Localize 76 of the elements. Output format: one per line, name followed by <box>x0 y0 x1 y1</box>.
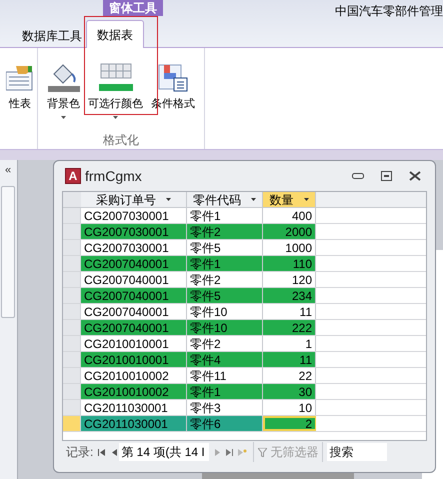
table-cell: 零件10 <box>187 304 263 319</box>
group-label: 格式化 <box>103 132 139 149</box>
table-cell: CG2010010001 <box>81 352 187 367</box>
table-cell: 30 <box>263 384 316 399</box>
context-tab-label: 窗体工具 <box>103 0 163 16</box>
record-selector[interactable] <box>63 304 81 319</box>
conditional-format-icon <box>158 64 188 92</box>
last-record-icon[interactable] <box>226 448 234 456</box>
record-selector[interactable] <box>63 288 81 303</box>
ribbon-button[interactable]: 背景色 <box>46 56 81 131</box>
table-cell: CG2007040001 <box>81 256 187 271</box>
window-title: 中国汽车零部件管理 <box>335 3 443 20</box>
form-icon: A <box>65 168 81 184</box>
table-cell: 零件2 <box>187 272 263 287</box>
search-field[interactable]: 搜索 <box>327 443 388 461</box>
ribbon-button[interactable]: 性表 <box>5 56 35 120</box>
record-selector[interactable] <box>63 416 81 431</box>
record-selector[interactable] <box>63 336 81 351</box>
table-cell: 零件5 <box>187 240 263 255</box>
collapse-button[interactable]: « <box>0 162 16 178</box>
form-title: frmCgmx <box>85 166 142 186</box>
record-selector[interactable] <box>63 320 81 335</box>
table-cell: 234 <box>263 288 316 303</box>
record-selector[interactable] <box>63 224 81 239</box>
table-cell: 零件1 <box>187 384 263 399</box>
record-position-field[interactable]: 第 14 项(共 14 I <box>119 443 210 461</box>
table-cell: 零件10 <box>187 320 263 335</box>
table-cell: CG2010010002 <box>81 384 187 399</box>
column-header[interactable]: 采购订单号 <box>81 192 187 207</box>
table-cell: 11 <box>263 352 316 367</box>
column-header[interactable]: 数量 <box>263 192 316 207</box>
table-cell: 零件2 <box>187 224 263 239</box>
alternate-row-color-icon <box>98 62 132 92</box>
table-cell: 零件2 <box>187 336 263 351</box>
first-record-icon[interactable] <box>98 448 106 456</box>
table-cell: CG2007040001 <box>81 320 187 335</box>
table-cell: CG2007040001 <box>81 288 187 303</box>
table-cell: 零件3 <box>187 400 263 415</box>
record-selector[interactable] <box>63 368 81 383</box>
table-cell: 零件1 <box>187 256 263 271</box>
close-icon[interactable] <box>409 171 421 181</box>
table-cell: 零件1 <box>187 208 263 223</box>
paint-bucket-icon <box>48 62 80 92</box>
property-sheet-icon <box>6 64 34 92</box>
background-button[interactable] <box>202 473 354 479</box>
record-label: 记录: <box>66 444 94 461</box>
scrollbar-thumb[interactable] <box>1 186 15 318</box>
ribbon-tab[interactable]: 数据库工具 <box>14 24 86 48</box>
table-cell: 零件6 <box>187 416 263 431</box>
record-selector[interactable] <box>63 240 81 255</box>
table-cell: 222 <box>263 320 316 335</box>
table-cell: 零件4 <box>187 352 263 367</box>
record-selector[interactable] <box>63 272 81 287</box>
ribbon-tab[interactable]: 数据表 <box>86 20 144 48</box>
restore-icon[interactable] <box>381 171 392 181</box>
record-selector[interactable] <box>63 256 81 271</box>
minimize-icon[interactable] <box>352 173 364 179</box>
table-cell: CG2007030001 <box>81 224 187 239</box>
ribbon-button[interactable]: 可选行颜色 <box>87 56 144 131</box>
record-selector[interactable] <box>63 208 81 223</box>
table-cell: 110 <box>263 256 316 271</box>
record-selector[interactable] <box>63 400 81 415</box>
select-all-corner[interactable] <box>63 192 81 207</box>
table-cell: 2 <box>263 416 316 431</box>
funnel-icon <box>258 448 268 456</box>
new-record-icon[interactable] <box>238 448 248 456</box>
dropdown-arrow-icon[interactable] <box>166 198 171 201</box>
table-cell: 零件5 <box>187 288 263 303</box>
record-selector[interactable] <box>63 384 81 399</box>
dropdown-arrow-icon[interactable] <box>304 198 308 201</box>
record-selector[interactable] <box>63 352 81 367</box>
table-cell: 2000 <box>263 224 316 239</box>
dropdown-arrow-icon[interactable] <box>251 198 256 201</box>
table-cell: CG2011030001 <box>81 416 187 431</box>
table-cell: 零件11 <box>187 368 263 383</box>
next-record-icon[interactable] <box>215 448 220 456</box>
